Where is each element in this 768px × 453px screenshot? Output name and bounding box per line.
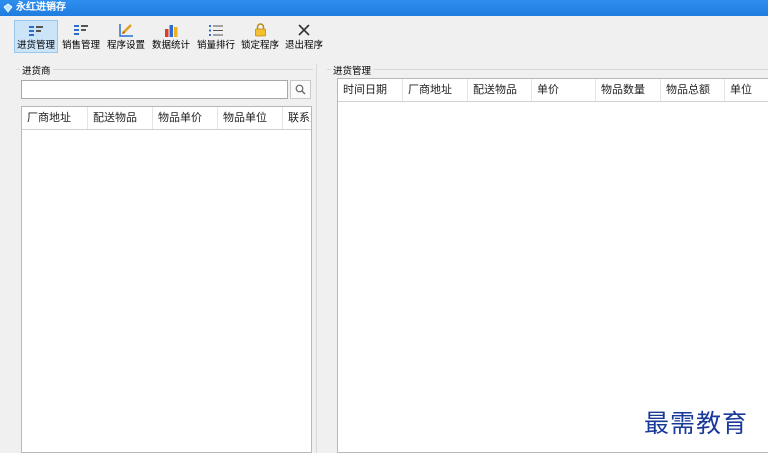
purchase-table[interactable]: 时间日期 厂商地址 配送物品 单价 物品数量 物品总额 单位 [337, 78, 768, 453]
toolbar-label: 进货管理 [16, 40, 55, 51]
group-border [16, 69, 313, 70]
toolbar-label: 程序设置 [106, 40, 145, 51]
column-header[interactable]: 配送物品 [88, 107, 153, 129]
ranking-list-icon [208, 22, 224, 38]
sales-management-button[interactable]: 销售管理 [59, 20, 103, 53]
pencil-chart-icon [118, 22, 134, 38]
search-icon [295, 84, 306, 95]
title-bar: 永红进销存 [0, 0, 768, 16]
column-header[interactable]: 厂商地址 [22, 107, 88, 129]
diamond-icon [3, 3, 13, 13]
column-header[interactable]: 单价 [532, 79, 596, 101]
toolbar-label: 数据统计 [151, 40, 190, 51]
column-header[interactable]: 厂商地址 [403, 79, 468, 101]
group-border [327, 69, 768, 70]
search-button[interactable] [290, 80, 311, 99]
toolbar-label: 销售管理 [61, 40, 100, 51]
list-icon [73, 22, 89, 38]
toolbar-label: 退出程序 [284, 40, 323, 51]
purchase-group-title: 进货管理 [331, 63, 374, 77]
column-header[interactable]: 物品单价 [153, 107, 218, 129]
purchase-table-header: 时间日期 厂商地址 配送物品 单价 物品数量 物品总额 单位 [338, 79, 768, 102]
column-header[interactable]: 单位 [725, 79, 768, 101]
supplier-table[interactable]: 厂商地址 配送物品 物品单价 物品单位 联系方式 [21, 106, 312, 453]
supplier-table-header: 厂商地址 配送物品 物品单价 物品单位 联系方式 [22, 107, 311, 130]
lock-icon [252, 22, 268, 38]
watermark-text: 最需教育 [644, 409, 749, 438]
toolbar-label: 锁定程序 [240, 40, 279, 51]
column-header[interactable]: 时间日期 [338, 79, 403, 101]
bar-chart-icon [163, 22, 179, 38]
toolbar: 进货管理 销售管理 程序设置 数据统计 销量排行 锁定程序 退出程序 [0, 16, 768, 56]
sales-ranking-button[interactable]: 销量排行 [194, 20, 238, 53]
exit-program-button[interactable]: 退出程序 [282, 20, 326, 53]
column-header[interactable]: 物品单位 [218, 107, 283, 129]
panel-divider[interactable] [316, 64, 317, 453]
close-icon [296, 22, 312, 38]
supplier-group-title: 进货商 [20, 63, 53, 77]
lock-program-button[interactable]: 锁定程序 [238, 20, 282, 53]
column-header[interactable]: 物品总额 [661, 79, 725, 101]
supplier-search-input[interactable] [21, 80, 288, 99]
purchase-management-button[interactable]: 进货管理 [14, 20, 58, 53]
column-header[interactable]: 物品数量 [596, 79, 661, 101]
toolbar-label: 销量排行 [196, 40, 235, 51]
data-statistics-button[interactable]: 数据统计 [149, 20, 193, 53]
window-title: 永红进销存 [16, 2, 66, 13]
list-icon [28, 23, 44, 38]
column-header[interactable]: 联系方式 [283, 107, 311, 129]
column-header[interactable]: 配送物品 [468, 79, 532, 101]
program-settings-button[interactable]: 程序设置 [104, 20, 148, 53]
